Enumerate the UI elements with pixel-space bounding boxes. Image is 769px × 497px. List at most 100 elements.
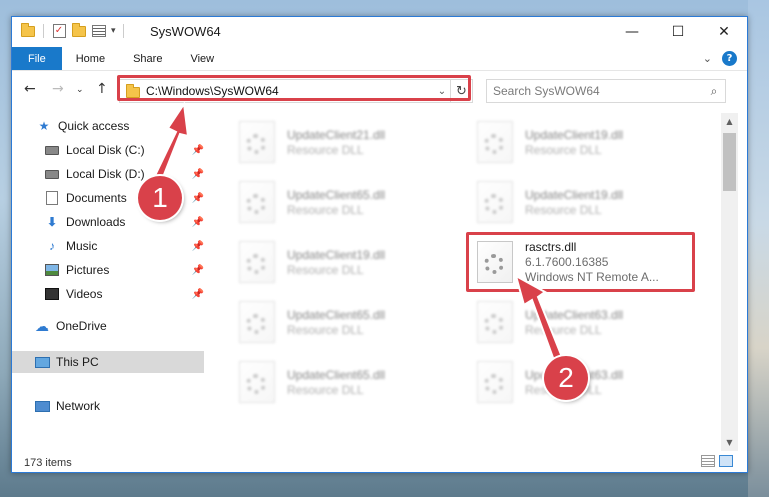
file-name: UpdateClient65.dll: [287, 187, 386, 202]
pin-icon[interactable]: 📌: [192, 241, 204, 252]
view-switcher: [701, 455, 733, 467]
forward-arrow-icon[interactable]: →: [52, 81, 64, 97]
file-name: UpdateClient21.dll: [287, 127, 386, 142]
file-description: Resource DLL: [287, 322, 364, 337]
tiles-view-icon[interactable]: [719, 455, 733, 467]
help-icon[interactable]: ?: [722, 51, 737, 66]
callout-1: 1: [138, 176, 182, 220]
file-tile[interactable]: UpdateClient19.dll Resource DLL: [231, 233, 457, 291]
dll-file-icon: [239, 361, 275, 403]
file-description: Resource DLL: [525, 202, 602, 217]
sidebar-item-label: Local Disk (C:): [66, 143, 145, 157]
sidebar-item-this-pc[interactable]: This PC: [12, 351, 204, 373]
file-tile[interactable]: UpdateClient21.dll Resource DLL: [231, 113, 457, 171]
toolbar-divider: [43, 24, 44, 38]
download-icon: ⬇: [46, 215, 58, 229]
desktop-wallpaper: [748, 0, 769, 497]
customize-toolbar-dropdown-icon[interactable]: ▾: [111, 26, 116, 36]
network-icon: [34, 398, 50, 414]
sidebar-item-videos[interactable]: Videos 📌: [12, 283, 204, 305]
file-tile[interactable]: UpdateClient65.dll Resource DLL: [231, 293, 457, 351]
picture-icon: [44, 262, 60, 278]
disk-icon: [44, 142, 60, 158]
file-description: Resource DLL: [525, 322, 602, 337]
close-button[interactable]: ✕: [701, 17, 747, 47]
sidebar-item-local-disk-c[interactable]: Local Disk (C:) 📌: [12, 139, 204, 161]
scroll-up-icon[interactable]: ▲: [721, 113, 738, 130]
sidebar-item-label: Videos: [66, 287, 103, 301]
disk-icon: [44, 166, 60, 182]
music-icon: ♪: [49, 239, 55, 253]
folder-icon[interactable]: [20, 22, 36, 39]
star-icon: ★: [38, 119, 50, 133]
file-name: UpdateClient19.dll: [525, 127, 624, 142]
file-description: Resource DLL: [525, 142, 602, 157]
file-description: Resource DLL: [287, 202, 364, 217]
status-bar: 173 items: [12, 453, 747, 472]
file-highlight-box: [466, 232, 695, 292]
file-description: Resource DLL: [287, 382, 364, 397]
sidebar-item-onedrive[interactable]: ☁ OneDrive: [12, 315, 204, 337]
window-title: SysWOW64: [150, 24, 221, 39]
file-name: UpdateClient63.dll: [525, 307, 624, 322]
navigation-pane: ★ Quick access Local Disk (C:) 📌 Local D…: [12, 113, 204, 443]
file-tile[interactable]: UpdateClient19.dll Resource DLL: [469, 113, 695, 171]
file-name: UpdateClient65.dll: [287, 307, 386, 322]
ribbon-tabs: File Home Share View ⌄ ?: [12, 47, 747, 71]
scroll-down-icon[interactable]: ▼: [721, 434, 738, 451]
recent-locations-icon[interactable]: ⌄: [76, 85, 84, 95]
dll-file-icon: [477, 181, 513, 223]
sidebar-item-music[interactable]: ♪ Music 📌: [12, 235, 204, 257]
scrollbar-thumb[interactable]: [723, 133, 736, 191]
sidebar-item-downloads[interactable]: ⬇ Downloads 📌: [12, 211, 204, 233]
tab-share[interactable]: Share: [119, 47, 176, 70]
vertical-scrollbar[interactable]: ▲ ▼: [721, 113, 738, 451]
new-folder-icon[interactable]: [71, 22, 87, 39]
cloud-icon: ☁: [35, 317, 49, 334]
checkbox-properties-icon[interactable]: ✓: [51, 23, 67, 39]
expand-ribbon-icon[interactable]: ⌄: [703, 52, 712, 65]
dll-file-icon: [477, 361, 513, 403]
sidebar-item-quick-access[interactable]: ★ Quick access: [12, 115, 204, 137]
video-icon: [44, 286, 60, 302]
pin-icon[interactable]: 📌: [192, 265, 204, 276]
sidebar-item-label: Pictures: [66, 263, 110, 277]
file-name: UpdateClient19.dll: [287, 247, 386, 262]
file-tile[interactable]: UpdateClient65.dll Resource DLL: [231, 173, 457, 231]
sidebar-item-network[interactable]: Network: [12, 395, 204, 417]
pin-icon[interactable]: 📌: [192, 217, 204, 228]
search-box[interactable]: Search SysWOW64 ⌕: [486, 79, 726, 103]
file-description: Resource DLL: [287, 142, 364, 157]
file-tile[interactable]: UpdateClient65.dll Resource DLL: [231, 353, 457, 411]
sidebar-item-pictures[interactable]: Pictures 📌: [12, 259, 204, 281]
computer-icon: [34, 354, 50, 370]
tab-view[interactable]: View: [176, 47, 228, 70]
up-arrow-icon[interactable]: ↑: [96, 81, 108, 97]
toolbar-divider: [122, 24, 124, 38]
back-arrow-icon[interactable]: ←: [24, 81, 36, 97]
properties-icon[interactable]: [91, 23, 107, 39]
tab-home[interactable]: Home: [62, 47, 119, 70]
sidebar-item-label: Downloads: [66, 215, 126, 229]
file-tile[interactable]: UpdateClient19.dll Resource DLL: [469, 173, 695, 231]
details-view-icon[interactable]: [701, 455, 715, 467]
item-count: 173 items: [24, 457, 72, 469]
pin-icon[interactable]: 📌: [192, 145, 204, 156]
sidebar-item-label: Quick access: [58, 119, 130, 133]
dll-file-icon: [239, 181, 275, 223]
minimize-button[interactable]: —: [609, 17, 655, 47]
quick-access-toolbar: ✓ ▾: [20, 22, 127, 39]
pin-icon[interactable]: 📌: [192, 193, 204, 204]
maximize-button[interactable]: ☐: [655, 17, 701, 47]
search-icon[interactable]: ⌕: [703, 84, 725, 99]
file-tile[interactable]: UpdateClient63.dllResource DLL: [469, 293, 695, 351]
pin-icon[interactable]: 📌: [192, 289, 204, 300]
sidebar-item-label: Local Disk (D:): [66, 167, 145, 181]
tab-file[interactable]: File: [12, 47, 62, 70]
document-icon: [44, 190, 60, 206]
sidebar-item-label: Documents: [66, 191, 127, 205]
sidebar-item-label: Music: [66, 239, 98, 253]
pin-icon[interactable]: 📌: [192, 169, 204, 180]
search-input[interactable]: Search SysWOW64: [493, 84, 703, 98]
dll-file-icon: [239, 241, 275, 283]
